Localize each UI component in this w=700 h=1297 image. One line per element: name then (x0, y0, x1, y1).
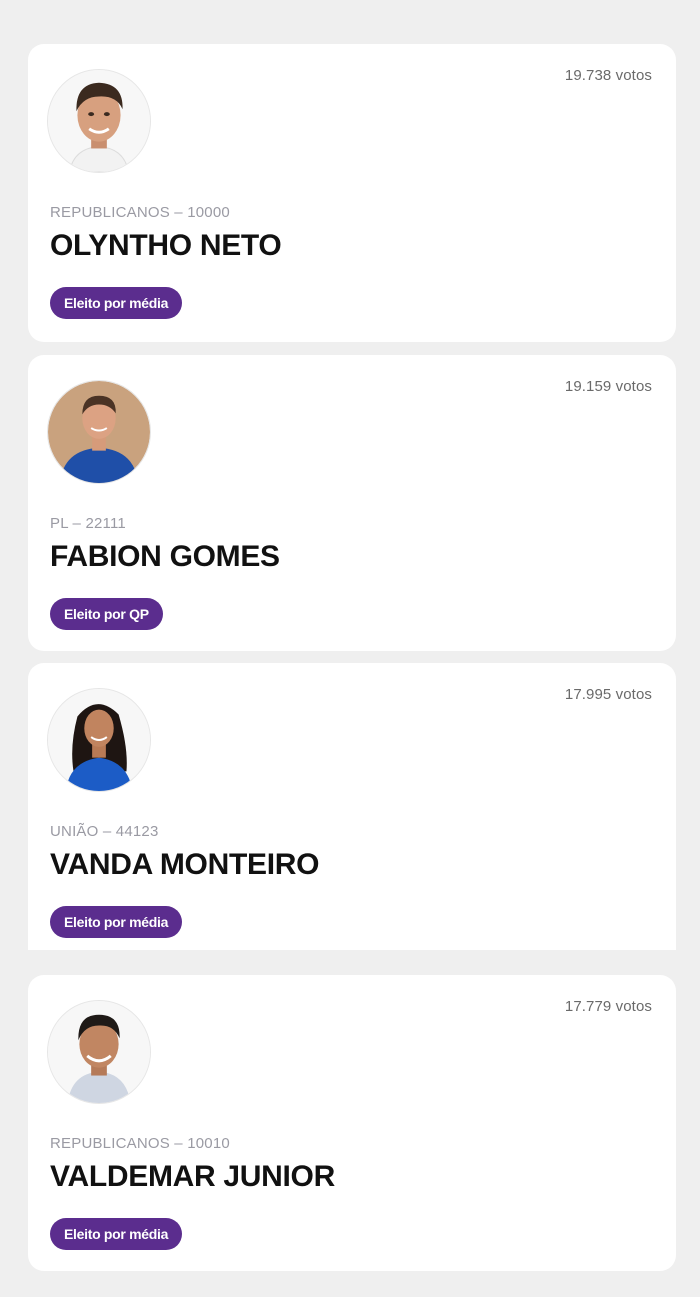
party-number: REPUBLICANOS – 10010 (50, 1135, 230, 1152)
candidate-card[interactable]: 19.159 votos PL – 22111 FABION GOMES Ele… (28, 355, 676, 651)
candidate-name: VANDA MONTEIRO (50, 848, 320, 881)
candidate-photo (47, 380, 151, 484)
election-status-badge: Eleito por QP (50, 598, 163, 630)
candidate-name: FABION GOMES (50, 540, 280, 573)
candidate-card[interactable]: 17.779 votos REPUBLICANOS – 10010 VALDEM… (28, 975, 676, 1271)
candidate-name: OLYNTHO NETO (50, 229, 282, 262)
vote-count: 17.779 votos (564, 998, 652, 1015)
candidate-name: VALDEMAR JUNIOR (50, 1160, 335, 1193)
candidate-card[interactable]: 17.995 votos UNIÃO – 44123 VANDA MONTEIR… (28, 663, 676, 950)
vote-count: 19.738 votos (564, 67, 652, 84)
election-status-badge: Eleito por média (50, 287, 183, 319)
candidate-photo (47, 1000, 151, 1104)
candidate-photo (47, 69, 151, 173)
candidate-card[interactable]: 19.738 votos REPUBLICANOS – 10000 OLYNTH… (28, 44, 676, 342)
election-status-badge: Eleito por média (50, 1218, 183, 1250)
vote-count: 17.995 votos (564, 686, 652, 703)
election-status-badge: Eleito por média (50, 906, 183, 938)
candidate-photo (47, 688, 151, 792)
party-number: REPUBLICANOS – 10000 (50, 204, 230, 221)
party-number: PL – 22111 (50, 515, 126, 532)
party-number: UNIÃO – 44123 (50, 823, 159, 840)
vote-count: 19.159 votos (564, 378, 652, 395)
